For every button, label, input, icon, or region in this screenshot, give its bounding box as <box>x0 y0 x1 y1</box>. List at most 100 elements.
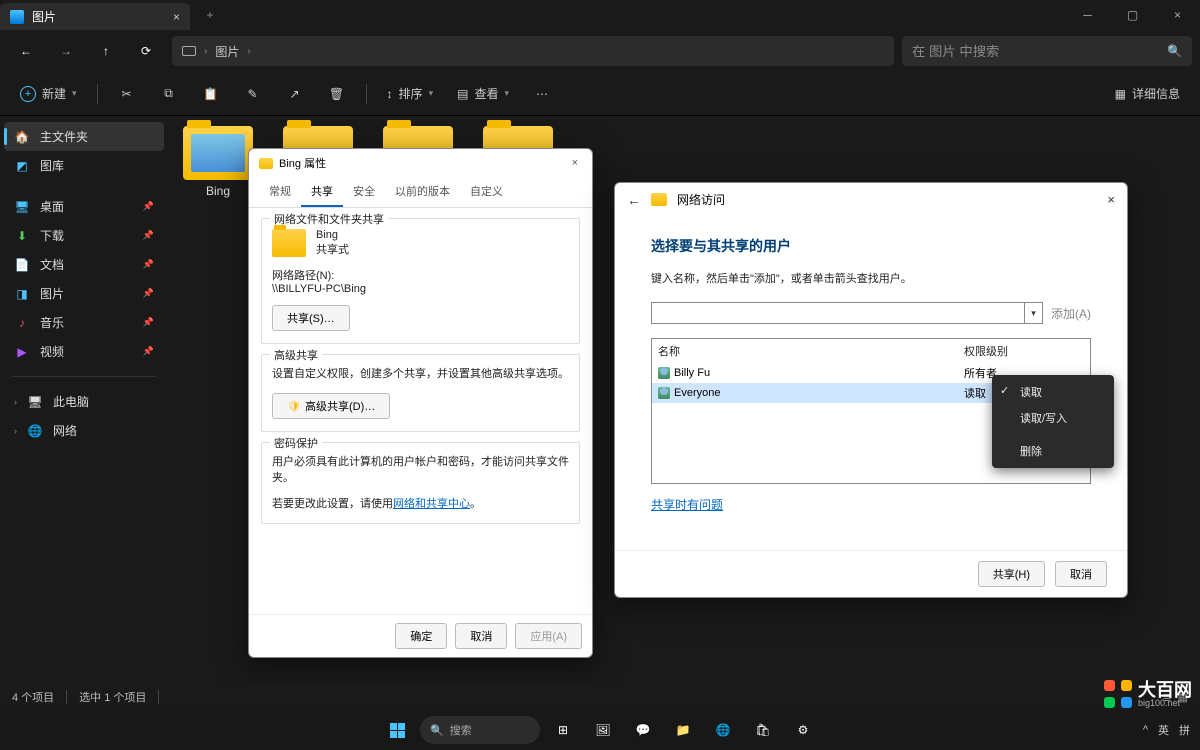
sidebar-item-home[interactable]: 🏠主文件夹 <box>4 122 164 151</box>
new-button[interactable]: +新建▾ <box>12 81 85 106</box>
paste-button[interactable]: 📋 <box>194 83 228 105</box>
rename-button[interactable]: ✎ <box>236 83 270 105</box>
close-window-button[interactable]: × <box>1155 0 1200 30</box>
cancel-button[interactable]: 取消 <box>1055 561 1107 587</box>
download-icon: ⬇ <box>14 228 30 244</box>
folder-icon <box>272 229 306 257</box>
search-icon: 🔍 <box>430 724 444 737</box>
taskbar-app[interactable]: 🖼 <box>586 713 620 747</box>
tab-security[interactable]: 安全 <box>343 177 385 207</box>
view-icon: ▤ <box>457 87 468 101</box>
tray-chevron-icon[interactable]: ^ <box>1143 724 1148 736</box>
start-button[interactable] <box>380 713 414 747</box>
user-list: 名称 权限级别 Billy Fu 所有者 Everyone 读取▼ 读取 读取/… <box>651 338 1091 484</box>
details-view-button[interactable]: ▦详细信息 <box>1107 81 1188 106</box>
tab-general[interactable]: 常规 <box>259 177 301 207</box>
home-icon: 🏠 <box>14 129 30 145</box>
sidebar-item-documents[interactable]: 📄文档📌 <box>4 250 164 279</box>
share-button[interactable]: ↗ <box>278 83 312 105</box>
task-view-button[interactable]: ⊞ <box>546 713 580 747</box>
sort-button[interactable]: ↕排序▾ <box>379 81 442 106</box>
selection-count: 选中 1 个项目 <box>79 689 146 705</box>
col-name[interactable]: 名称 <box>658 343 964 359</box>
pictures-icon <box>10 10 24 24</box>
titlebar: 图片 × + ─ ▢ × <box>0 0 1200 30</box>
apply-button[interactable]: 应用(A) <box>515 623 582 649</box>
search-input[interactable] <box>902 36 1192 66</box>
list-header: 名称 权限级别 <box>652 339 1090 363</box>
view-button[interactable]: ▤查看▾ <box>449 81 517 106</box>
crumb-pictures[interactable]: 图片 <box>215 43 239 60</box>
add-button[interactable]: 添加(A) <box>1051 302 1091 324</box>
share-button[interactable]: 共享(S)… <box>272 305 350 331</box>
hint-text: 键入名称，然后单击"添加"，或者单击箭头查找用户。 <box>651 270 1091 286</box>
forward-button[interactable]: → <box>48 36 84 66</box>
trash-icon: 🗑 <box>329 87 344 101</box>
menu-readwrite[interactable]: 读取/写入 <box>992 405 1114 431</box>
chevron-icon: › <box>204 46 207 57</box>
col-permission[interactable]: 权限级别 <box>964 343 1084 359</box>
taskbar-settings[interactable]: ⚙ <box>786 713 820 747</box>
tab-previous[interactable]: 以前的版本 <box>385 177 460 207</box>
taskbar-store[interactable]: 🛍 <box>746 713 780 747</box>
pin-icon: 📌 <box>143 346 154 357</box>
maximize-button[interactable]: ▢ <box>1110 0 1155 30</box>
network-center-link[interactable]: 网络和共享中心 <box>393 498 470 510</box>
up-button[interactable]: ↑ <box>88 36 124 66</box>
advanced-share-button[interactable]: 🛡高级共享(D)… <box>272 393 390 419</box>
close-icon[interactable]: × <box>568 157 582 169</box>
close-icon[interactable]: × <box>1107 192 1115 207</box>
user-combobox[interactable]: ▾ <box>651 302 1043 324</box>
sidebar-item-pictures[interactable]: ◨图片📌 <box>4 279 164 308</box>
taskbar-search[interactable]: 🔍搜索 <box>420 716 540 744</box>
sidebar-item-music[interactable]: ♪音乐📌 <box>4 308 164 337</box>
sidebar-item-network[interactable]: ›🌐网络 <box>4 416 164 445</box>
cut-button[interactable]: ✂ <box>110 83 144 105</box>
ime-indicator[interactable]: 英 <box>1158 722 1169 738</box>
tab-customize[interactable]: 自定义 <box>460 177 513 207</box>
sidebar-item-desktop[interactable]: 🖥桌面📌 <box>4 192 164 221</box>
tab-close-icon[interactable]: × <box>173 10 180 24</box>
sidebar-item-thispc[interactable]: ›🖥此电脑 <box>4 387 164 416</box>
delete-button[interactable]: 🗑 <box>320 83 354 105</box>
menu-read[interactable]: 读取 <box>992 379 1114 405</box>
taskbar-explorer[interactable]: 📁 <box>666 713 700 747</box>
sharing-help-link[interactable]: 共享时有问题 <box>651 498 723 512</box>
details-icon: ▦ <box>1115 87 1126 101</box>
network-icon: 🌐 <box>27 423 43 439</box>
refresh-button[interactable]: ⟳ <box>128 36 164 66</box>
paste-icon: 📋 <box>203 87 218 101</box>
pin-icon: 📌 <box>143 230 154 241</box>
system-tray: ^ 英 拼 <box>1133 722 1200 738</box>
tab-pictures[interactable]: 图片 × <box>0 3 190 30</box>
more-button[interactable]: ⋯ <box>525 83 559 105</box>
tab-sharing[interactable]: 共享 <box>301 177 343 207</box>
taskbar-edge[interactable]: 🌐 <box>706 713 740 747</box>
minimize-button[interactable]: ─ <box>1065 0 1110 30</box>
menu-delete[interactable]: 删除 <box>992 438 1114 464</box>
dialog-header: ← 网络访问 × <box>615 183 1127 216</box>
breadcrumb[interactable]: › 图片 › <box>172 36 894 66</box>
share-confirm-button[interactable]: 共享(H) <box>978 561 1045 587</box>
copy-button[interactable]: ⧉ <box>152 82 186 105</box>
ok-button[interactable]: 确定 <box>395 623 447 649</box>
dialog-title: 网络访问 <box>677 191 725 208</box>
sidebar-item-downloads[interactable]: ⬇下载📌 <box>4 221 164 250</box>
chevron-right-icon: › <box>14 397 17 407</box>
cancel-button[interactable]: 取消 <box>455 623 507 649</box>
network-path: \\BILLYFU-PC\Bing <box>272 283 569 295</box>
back-button[interactable]: ← <box>8 36 44 66</box>
chevron-down-icon[interactable]: ▾ <box>1024 303 1042 323</box>
dialog-titlebar[interactable]: Bing 属性 × <box>249 149 592 177</box>
share-name: Bing <box>316 229 349 241</box>
group-network-sharing: 网络文件和文件夹共享 Bing 共享式 网络路径(N): \\BILLYFU-P… <box>261 218 580 344</box>
sidebar-item-videos[interactable]: ▶视频📌 <box>4 337 164 366</box>
taskbar-app[interactable]: 💬 <box>626 713 660 747</box>
group-password-protection: 密码保护 用户必须具有此计算机的用户帐户和密码，才能访问共享文件夹。 若要更改此… <box>261 442 580 524</box>
ime-mode[interactable]: 拼 <box>1179 722 1190 738</box>
back-icon[interactable]: ← <box>627 192 641 208</box>
folder-bing[interactable]: Bing <box>178 126 258 674</box>
logo-icon <box>1104 680 1132 708</box>
new-tab-button[interactable]: + <box>190 0 230 30</box>
sidebar-item-gallery[interactable]: ◩图库 <box>4 151 164 180</box>
